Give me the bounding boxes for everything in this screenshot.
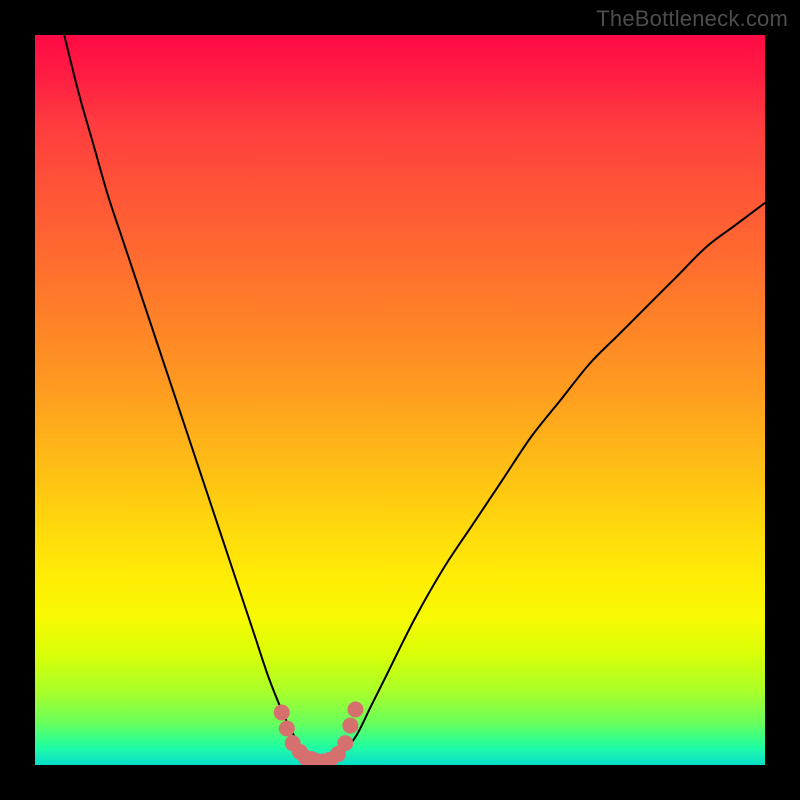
plot-area [35, 35, 765, 765]
chart-frame: TheBottleneck.com [0, 0, 800, 800]
valley-marker [342, 718, 358, 734]
valley-marker [274, 704, 290, 720]
valley-marker [337, 735, 353, 751]
valley-marker [279, 721, 295, 737]
bottleneck-curve [64, 35, 765, 762]
valley-marker [347, 702, 363, 718]
curve-layer [35, 35, 765, 765]
valley-markers [274, 702, 364, 765]
watermark-label: TheBottleneck.com [596, 6, 788, 32]
